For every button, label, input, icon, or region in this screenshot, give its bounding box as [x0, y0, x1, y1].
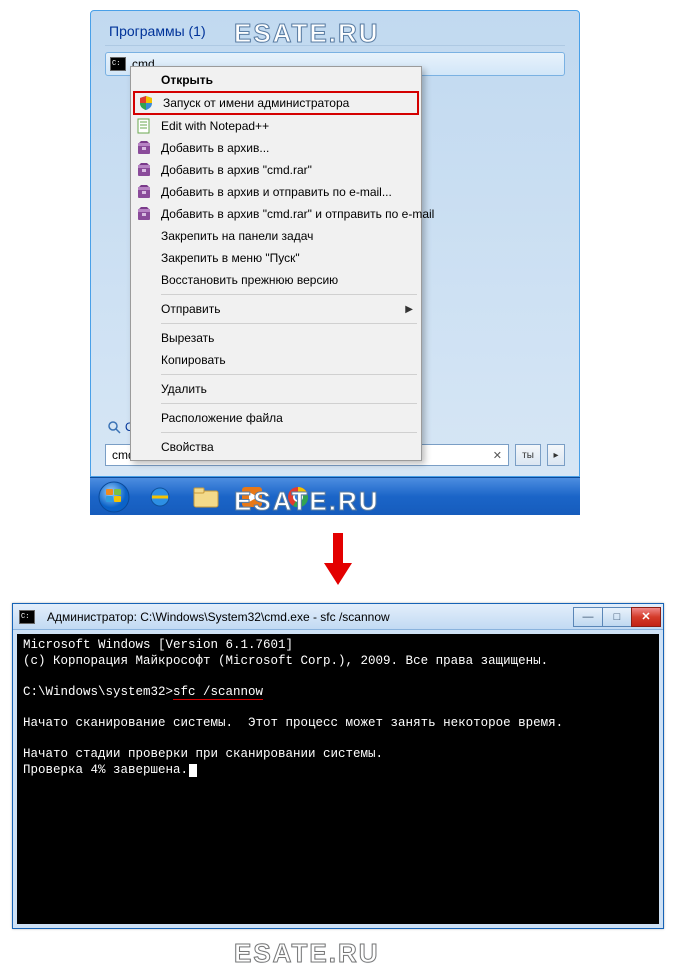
menu-item[interactable]: Добавить в архив и отправить по e-mail..…	[133, 181, 419, 203]
menu-item[interactable]: Отправить ▶	[133, 298, 419, 320]
winrar-icon	[135, 139, 153, 157]
menu-item[interactable]: Расположение файла	[133, 407, 419, 429]
winrar-icon	[135, 205, 153, 223]
menu-item[interactable]: Вырезать	[133, 327, 419, 349]
none-icon	[135, 71, 153, 89]
close-button[interactable]: ✕	[631, 607, 661, 627]
taskbar-ie[interactable]	[140, 482, 180, 512]
cmd-icon: C:	[19, 610, 35, 624]
menu-item-label: Отправить	[161, 302, 397, 316]
watermark: ESATE.RU	[234, 938, 380, 969]
shield-icon	[137, 94, 155, 112]
taskbar-explorer[interactable]	[186, 482, 226, 512]
winrar-icon	[135, 183, 153, 201]
menu-item-label: Открыть	[161, 73, 413, 87]
maximize-button[interactable]: □	[602, 607, 632, 627]
divider	[105, 45, 565, 46]
none-icon	[135, 380, 153, 398]
notepad-icon	[135, 117, 153, 135]
arrow-down-icon	[324, 533, 352, 585]
programs-header: Программы (1)	[105, 19, 565, 45]
submenu-arrow-icon: ▶	[405, 304, 413, 315]
none-icon	[135, 249, 153, 267]
taskbar-chrome[interactable]	[278, 482, 318, 512]
menu-item-label: Закрепить в меню "Пуск"	[161, 251, 413, 265]
cursor	[189, 764, 197, 777]
cmd-title: Администратор: C:\Windows\System32\cmd.e…	[47, 610, 568, 624]
none-icon	[135, 409, 153, 427]
shutdown-split-text[interactable]: ты	[515, 444, 541, 466]
shutdown-split-arrow[interactable]: ▸	[547, 444, 565, 466]
menu-item-label: Свойства	[161, 440, 413, 454]
menu-item[interactable]: Копировать	[133, 349, 419, 371]
menu-item-label: Вырезать	[161, 331, 413, 345]
none-icon	[135, 300, 153, 318]
menu-separator	[161, 374, 417, 375]
menu-separator	[161, 323, 417, 324]
cmd-icon: C:	[110, 57, 126, 71]
menu-item-label: Добавить в архив...	[161, 141, 413, 155]
start-button[interactable]	[94, 482, 134, 512]
winrar-icon	[135, 161, 153, 179]
typed-command: sfc /scannow	[173, 685, 263, 700]
menu-item[interactable]: Восстановить прежнюю версию	[133, 269, 419, 291]
none-icon	[135, 227, 153, 245]
menu-item-label: Добавить в архив "cmd.rar" и отправить п…	[161, 207, 434, 221]
menu-item[interactable]: Удалить	[133, 378, 419, 400]
menu-separator	[161, 294, 417, 295]
taskbar	[90, 477, 580, 515]
menu-item[interactable]: Добавить в архив "cmd.rar"	[133, 159, 419, 181]
menu-item[interactable]: Закрепить на панели задач	[133, 225, 419, 247]
menu-item-label: Добавить в архив и отправить по e-mail..…	[161, 185, 413, 199]
cmd-window: C: Администратор: C:\Windows\System32\cm…	[12, 603, 664, 929]
menu-item-label: Удалить	[161, 382, 413, 396]
menu-item[interactable]: Добавить в архив "cmd.rar" и отправить п…	[133, 203, 419, 225]
menu-item[interactable]: Edit with Notepad++	[133, 115, 419, 137]
menu-separator	[161, 432, 417, 433]
menu-item-label: Закрепить на панели задач	[161, 229, 413, 243]
none-icon	[135, 438, 153, 456]
menu-item-label: Добавить в архив "cmd.rar"	[161, 163, 413, 177]
magnifier-icon	[107, 420, 121, 434]
context-menu: Открыть Запуск от имени администратора Edi…	[130, 66, 422, 461]
menu-item[interactable]: Свойства	[133, 436, 419, 458]
menu-item[interactable]: Открыть	[133, 69, 419, 91]
menu-separator	[161, 403, 417, 404]
menu-item[interactable]: Добавить в архив...	[133, 137, 419, 159]
menu-item-label: Восстановить прежнюю версию	[161, 273, 413, 287]
cmd-output[interactable]: Microsoft Windows [Version 6.1.7601] (c)…	[17, 634, 659, 924]
menu-item-label: Edit with Notepad++	[161, 119, 413, 133]
none-icon	[135, 329, 153, 347]
cmd-titlebar[interactable]: C: Администратор: C:\Windows\System32\cm…	[13, 604, 663, 630]
menu-item-label: Запуск от имени администратора	[163, 96, 411, 110]
taskbar-mediaplayer[interactable]	[232, 482, 272, 512]
none-icon	[135, 351, 153, 369]
minimize-button[interactable]: —	[573, 607, 603, 627]
menu-item[interactable]: Закрепить в меню "Пуск"	[133, 247, 419, 269]
menu-item-label: Копировать	[161, 353, 413, 367]
clear-search-icon[interactable]: ✕	[493, 449, 502, 462]
none-icon	[135, 271, 153, 289]
menu-item[interactable]: Запуск от имени администратора	[133, 91, 419, 115]
menu-item-label: Расположение файла	[161, 411, 413, 425]
start-menu-panel: Программы (1) C: cmd Озна cmd ✕ ты ▸	[90, 10, 580, 515]
